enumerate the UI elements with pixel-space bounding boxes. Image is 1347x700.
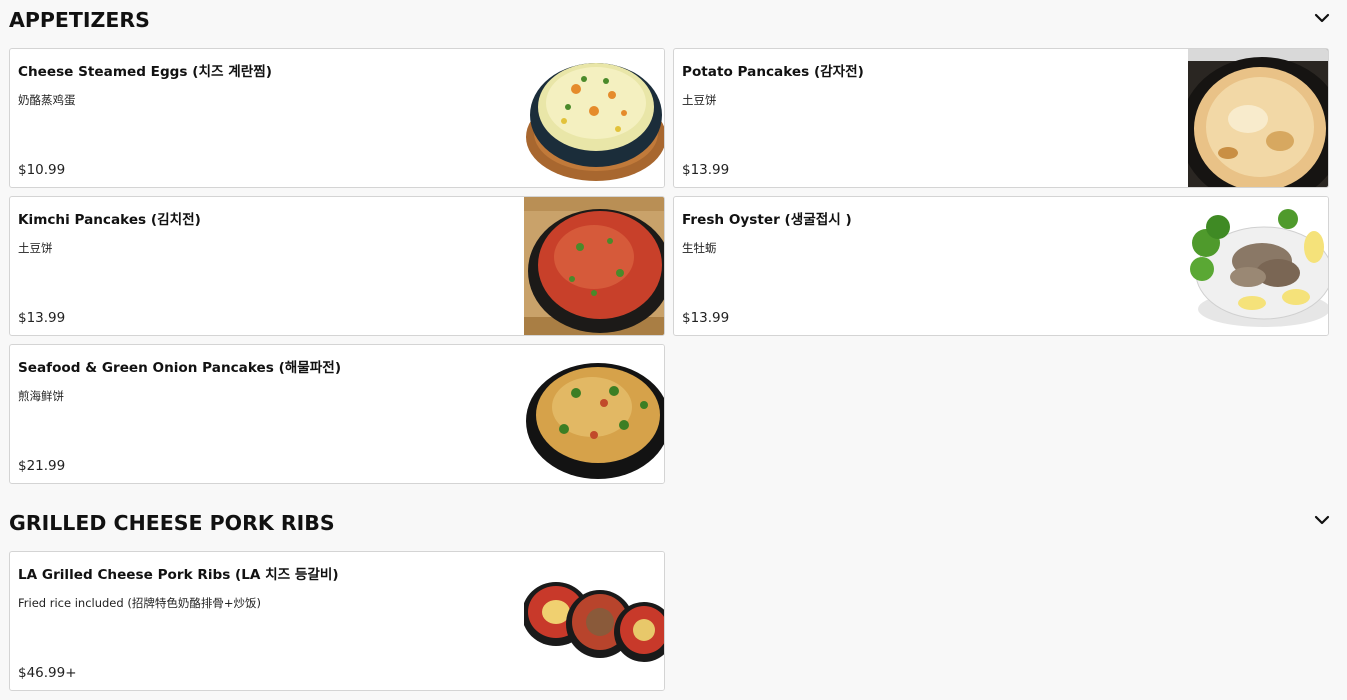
item-price: $13.99	[18, 310, 66, 326]
pork-ribs-photo	[524, 552, 664, 690]
item-name: LA Grilled Cheese Pork Ribs (LA 치즈 등갈비)	[18, 567, 339, 583]
item-description: 奶酪蒸鸡蛋	[18, 93, 76, 107]
section-title: APPETIZERS	[9, 8, 150, 32]
item-price: $10.99	[18, 162, 66, 178]
item-price: $13.99	[682, 310, 730, 326]
oyster-plate-photo	[1188, 197, 1328, 335]
item-name: Fresh Oyster (생굴접시 )	[682, 212, 852, 228]
menu-item-card[interactable]: LA Grilled Cheese Pork Ribs (LA 치즈 등갈비) …	[9, 551, 665, 691]
menu-item-card[interactable]: Seafood & Green Onion Pancakes (해물파전) 煎海…	[9, 344, 665, 484]
section-header[interactable]: APPETIZERS	[9, 8, 1331, 38]
menu-item-card[interactable]: Fresh Oyster (생굴접시 ) 生牡蛎 $13.99	[673, 196, 1329, 336]
item-price: $46.99+	[18, 665, 77, 681]
menu-item-card[interactable]: Cheese Steamed Eggs (치즈 계란찜) 奶酪蒸鸡蛋 $10.9…	[9, 48, 665, 188]
item-price: $21.99	[18, 458, 66, 474]
item-description: 土豆饼	[18, 241, 53, 255]
menu-item-card[interactable]: Kimchi Pancakes (김치전) 土豆饼 $13.99	[9, 196, 665, 336]
chevron-down-icon[interactable]	[1313, 511, 1331, 529]
item-description: Fried rice included (招牌特色奶酪排骨+炒饭)	[18, 596, 261, 610]
section-title: GRILLED CHEESE PORK RIBS	[9, 511, 335, 535]
steamed-egg-photo	[524, 49, 664, 187]
item-description: 土豆饼	[682, 93, 717, 107]
section-header[interactable]: GRILLED CHEESE PORK RIBS	[9, 511, 1331, 541]
item-name: Kimchi Pancakes (김치전)	[18, 212, 201, 228]
item-price: $13.99	[682, 162, 730, 178]
menu-item-card[interactable]: Potato Pancakes (감자전) 土豆饼 $13.99	[673, 48, 1329, 188]
chevron-down-icon[interactable]	[1313, 9, 1331, 27]
item-name: Potato Pancakes (감자전)	[682, 64, 864, 80]
item-name: Seafood & Green Onion Pancakes (해물파전)	[18, 360, 342, 376]
kimchi-pancake-photo	[524, 197, 664, 335]
item-description: 煎海鲜饼	[18, 389, 64, 403]
item-description: 生牡蛎	[682, 241, 717, 255]
seafood-pancake-photo	[524, 345, 664, 483]
item-name: Cheese Steamed Eggs (치즈 계란찜)	[18, 64, 272, 80]
potato-pancake-photo	[1188, 49, 1328, 187]
